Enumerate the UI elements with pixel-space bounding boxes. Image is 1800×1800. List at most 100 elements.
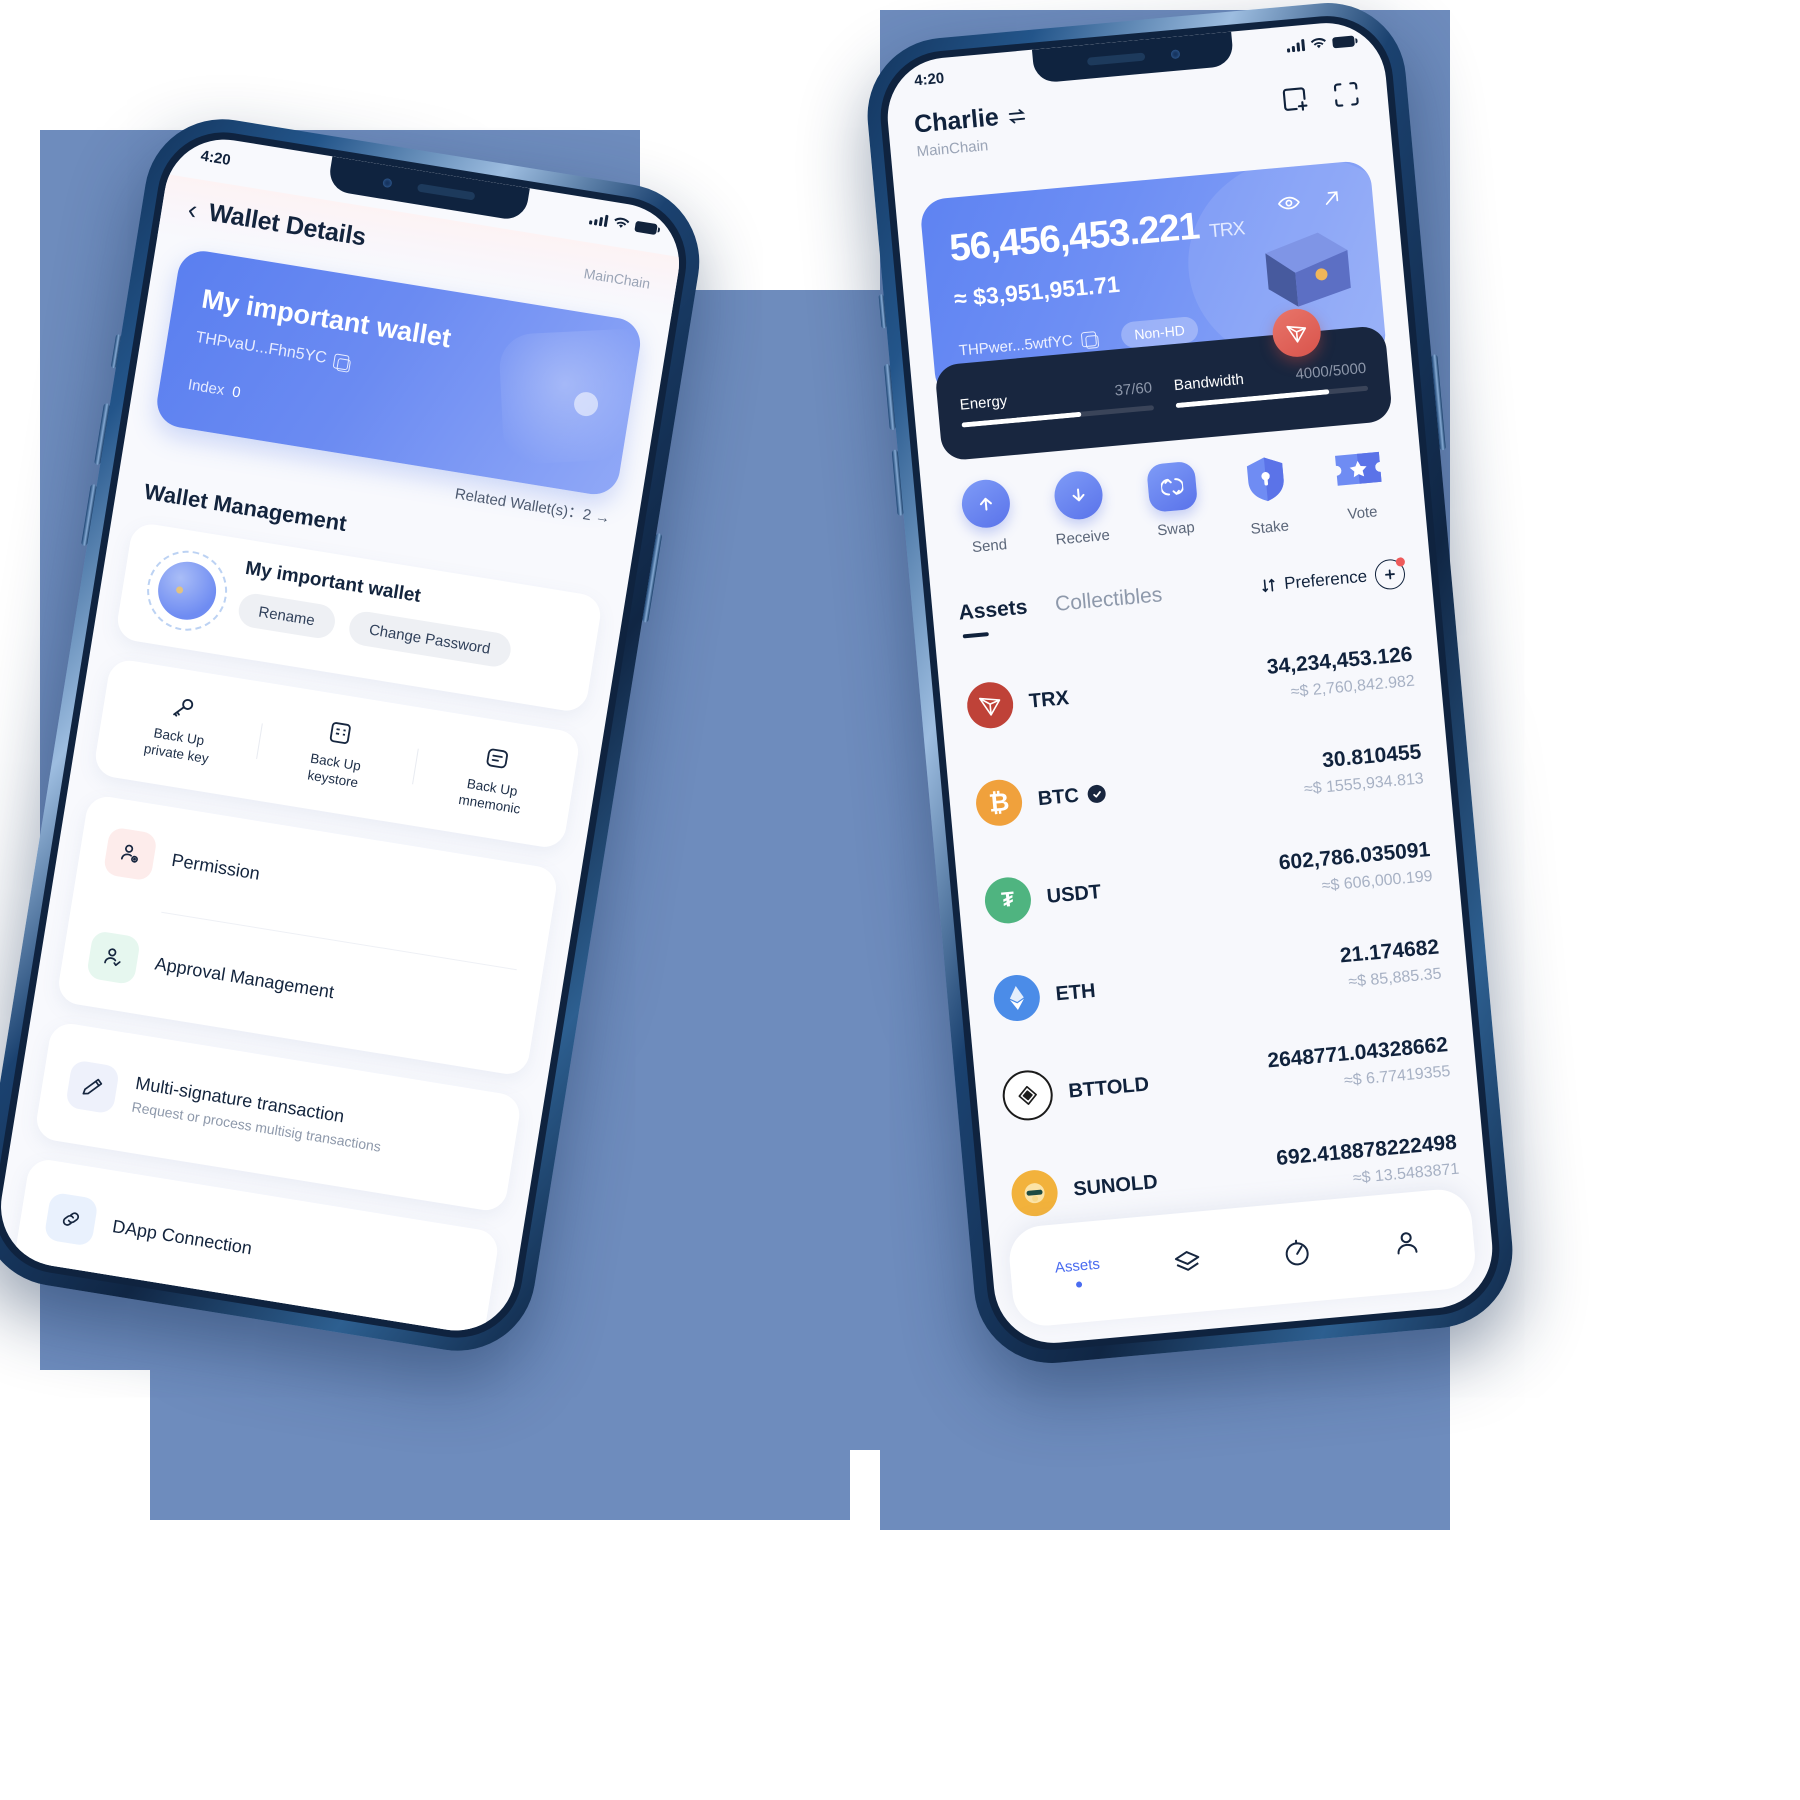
phone-bezel: 4:20 Charlie MainChain 56,456,453.221 TR… (874, 10, 1506, 1356)
tab-collectibles[interactable]: Collectibles (1054, 583, 1163, 617)
status-time: 4:20 (913, 69, 945, 89)
front-camera-icon (1170, 48, 1180, 59)
preference-button[interactable]: Preference (1259, 558, 1407, 601)
backup-private-key-label: Back Up private key (142, 724, 210, 766)
action-label: Vote (1346, 503, 1379, 523)
battery-icon (634, 220, 658, 235)
add-token-icon[interactable] (1373, 558, 1407, 591)
eye-icon[interactable] (1276, 192, 1302, 214)
explore-compass-icon (1285, 1239, 1309, 1266)
wallet-address[interactable]: THPvaU...Fhn5YC (194, 328, 351, 372)
balance-unit: TRX (1208, 218, 1246, 243)
front-camera-icon (381, 177, 393, 188)
wifi-icon (614, 217, 630, 228)
action-receive[interactable]: Receive (1030, 467, 1131, 557)
change-password-button[interactable]: Change Password (346, 609, 513, 669)
shield-lock-icon (1238, 452, 1293, 511)
wifi-icon (1310, 38, 1326, 49)
header-actions (1277, 70, 1362, 115)
page-title: Wallet Details (206, 197, 368, 252)
earpiece-speaker (1086, 52, 1145, 66)
asset-values: 692.418878222498 ≈$ 13.5483871 (1275, 1131, 1460, 1195)
asset-values: 602,786.035091 ≈$ 606,000.199 (1278, 838, 1434, 900)
scan-qr-icon[interactable] (1330, 78, 1363, 111)
active-indicator-dot (1075, 1281, 1083, 1288)
resource-value: 37/60 (1113, 378, 1153, 400)
backup-keystore-button[interactable]: Back Up keystore (253, 707, 421, 800)
account-block[interactable]: Charlie MainChain (913, 101, 1030, 161)
quick-actions: Send Receive Swap Stake Vote (937, 442, 1411, 566)
copy-icon[interactable] (1080, 330, 1098, 347)
action-label: Stake (1249, 517, 1290, 538)
menu-label: Permission (170, 849, 262, 884)
arrow-up-icon (959, 477, 1012, 530)
resource-energy: Energy 37/60 (959, 378, 1155, 428)
add-wallet-icon[interactable] (1278, 83, 1311, 116)
chain-label: MainChain (582, 265, 652, 292)
preference-label: Preference (1283, 566, 1368, 594)
action-label: Receive (1055, 526, 1111, 549)
asset-symbol: TRX (1027, 686, 1070, 713)
tab-assets[interactable]: Assets (958, 595, 1029, 625)
asset-values: 21.174682 ≈$ 85,885.35 (1339, 936, 1442, 993)
layers-icon (1174, 1251, 1200, 1271)
earpiece-speaker (416, 183, 475, 201)
battery-icon (1332, 34, 1355, 48)
action-send[interactable]: Send (937, 476, 1038, 566)
menu-label: DApp Connection (111, 1215, 254, 1258)
asset-symbol: BTTOLD (1067, 1072, 1150, 1103)
rename-button[interactable]: Rename (236, 591, 338, 641)
asset-usd: ≈$ 1555,934.813 (1303, 770, 1425, 799)
bitcoin-coin-icon: ₿ (974, 777, 1025, 828)
asset-symbol: SUNOLD (1072, 1170, 1159, 1201)
wallet-3d-illustration (1265, 232, 1351, 307)
background-shape (640, 290, 880, 1370)
backup-mnemonic-button[interactable]: Back Up mnemonic (410, 733, 578, 826)
asset-usd: ≈$ 85,885.35 (1347, 965, 1443, 991)
backup-private-key-button[interactable]: Back Up private key (97, 682, 265, 775)
menu-label: Approval Management (153, 953, 336, 1003)
resource-label: Bandwidth (1173, 370, 1245, 394)
backup-mnemonic-label: Back Up mnemonic (457, 775, 522, 817)
tabbar-item-layers[interactable] (1131, 1243, 1243, 1283)
tabbar-item-profile[interactable] (1350, 1223, 1462, 1263)
vote-ticket-icon (1330, 444, 1386, 498)
permission-user-icon (102, 825, 158, 882)
asset-symbol: ETH (1054, 979, 1097, 1005)
wallet-address-text: THPvaU...Fhn5YC (194, 328, 328, 367)
resource-label: Energy (959, 391, 1008, 414)
arrow-up-right-icon[interactable] (1320, 186, 1344, 210)
asset-symbol: BTC (1037, 782, 1107, 811)
background-shape (150, 1330, 850, 1520)
tabbar-label: Assets (1054, 1255, 1101, 1277)
assets-list: TRX 34,234,453.126 ≈$ 2,760,842.982 ₿ BT… (963, 618, 1462, 1244)
tron-coin-icon (965, 680, 1016, 731)
action-swap[interactable]: Swap (1123, 459, 1224, 549)
pen-signature-icon (65, 1059, 121, 1115)
backup-keystore-label: Back Up keystore (306, 750, 363, 790)
resource-bandwidth: Bandwidth 4000/5000 (1173, 359, 1369, 408)
account-name: Charlie (912, 103, 1000, 139)
verified-badge-icon (1086, 784, 1107, 804)
tabbar-item-assets[interactable]: Assets (1022, 1253, 1134, 1293)
action-stake[interactable]: Stake (1217, 450, 1318, 540)
back-button[interactable]: ‹ (186, 194, 200, 225)
asset-symbol: USDT (1045, 880, 1102, 908)
copy-icon[interactable] (333, 352, 351, 371)
cellular-bars-icon (588, 212, 609, 228)
mnemonic-list-icon (486, 748, 508, 768)
wallet-index-label: Index (186, 376, 226, 399)
switch-account-icon[interactable] (1006, 106, 1028, 126)
sort-arrows-icon (1262, 578, 1275, 593)
action-vote[interactable]: Vote (1310, 442, 1411, 532)
asset-values: 30.810455 ≈$ 1555,934.813 (1301, 740, 1425, 799)
account-name-row[interactable]: Charlie (913, 101, 1028, 140)
menu-text-block: Multi-signature transaction Request or p… (131, 1073, 387, 1155)
resource-value: 4000/5000 (1294, 359, 1367, 383)
profile-user-icon (1397, 1232, 1418, 1255)
key-icon (173, 698, 194, 717)
tabbar-item-explore[interactable] (1241, 1233, 1353, 1273)
approval-user-check-icon (86, 929, 142, 985)
arrow-down-icon (1052, 469, 1105, 522)
assets-tabs: Assets Collectibles Preference (957, 558, 1407, 628)
